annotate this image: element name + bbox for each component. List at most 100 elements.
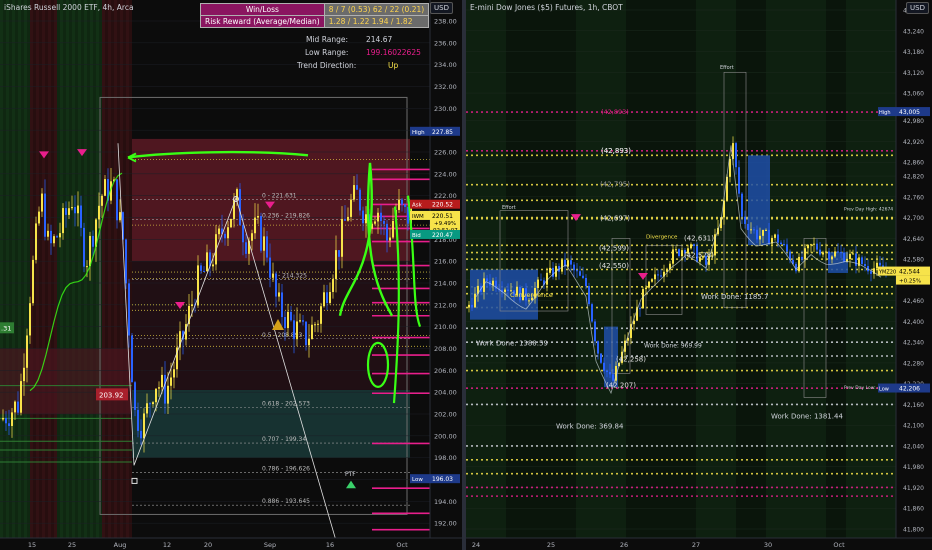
candle-body — [218, 228, 220, 235]
candle-body — [362, 210, 364, 224]
candle-body — [528, 300, 530, 302]
time-tick: 12 — [163, 541, 171, 549]
candle-body — [561, 259, 563, 272]
stats-row: Win/Loss 8 / 7 (0.53) 62 / 22 (0.21) — [200, 3, 430, 16]
candle-body — [786, 244, 788, 252]
candle-body — [504, 289, 506, 292]
regime-stripe — [78, 0, 81, 538]
candle-body — [296, 321, 298, 340]
candle-body — [53, 236, 55, 244]
candle-body — [356, 185, 358, 190]
prev-day-high: Prev Day High: 42674 — [844, 207, 893, 213]
candle-body — [200, 265, 202, 271]
candle-body — [35, 223, 37, 260]
candle-body — [645, 287, 647, 290]
candle-body — [852, 253, 854, 255]
candle-body — [29, 303, 31, 336]
candle-body — [816, 243, 818, 250]
time-tick: 16 — [326, 541, 334, 549]
candle-body — [678, 249, 680, 257]
price-tick: 43,240 — [903, 28, 924, 35]
work-done-label: Work Done: 1185.7 — [701, 293, 768, 301]
candle-body — [549, 267, 551, 273]
candle-body — [314, 324, 316, 326]
candle-body — [843, 252, 845, 262]
left-price-chart[interactable]: 0 - 221.6310.236 - 219.8260.5 - 208.8930… — [0, 0, 462, 550]
price-tick: 42,820 — [903, 174, 924, 181]
level-label: (42,207) — [606, 381, 636, 389]
regime-stripe — [102, 0, 105, 538]
candle-body — [326, 292, 328, 304]
left-currency-button[interactable]: USD — [430, 2, 453, 14]
price-tick: 192.00 — [434, 520, 457, 528]
candle-body — [471, 304, 473, 308]
price-tick: 42,340 — [903, 340, 924, 347]
fib-label: 0.886 - 193.645 — [262, 498, 310, 505]
candle-body — [275, 273, 277, 297]
price-tick: 212.00 — [434, 301, 457, 309]
price-tick: 42,920 — [903, 139, 924, 146]
buy-marker — [346, 480, 356, 489]
fib-label: 0.707 - 199.34 — [262, 436, 306, 443]
regime-stripe — [6, 0, 9, 538]
candle-body — [32, 259, 34, 304]
right-currency-button[interactable]: USD — [906, 2, 929, 14]
candle-body — [693, 244, 695, 247]
candle-body — [828, 251, 830, 260]
time-tick: Sep — [264, 541, 276, 549]
level-label: (42,258) — [616, 355, 646, 363]
tag-label: High — [412, 130, 425, 136]
time-tick: 26 — [620, 541, 628, 549]
price-tick: 42,040 — [903, 443, 924, 450]
price-tick: 42,160 — [903, 402, 924, 409]
candle-body — [582, 275, 584, 278]
tag-value: 42,544 — [899, 269, 920, 276]
regime-stripe — [42, 0, 45, 538]
regime-stripe — [105, 0, 108, 538]
candle-body — [74, 207, 76, 214]
price-tick: 42,760 — [903, 194, 924, 201]
time-tick: 15 — [28, 541, 36, 549]
candle-body — [203, 270, 205, 272]
candle-body — [38, 211, 40, 224]
candle-body — [269, 257, 271, 278]
candle-body — [323, 292, 325, 307]
candle-body — [26, 335, 28, 368]
candle-body — [804, 248, 806, 260]
fib-label: 0.786 - 196.626 — [262, 466, 310, 473]
regime-stripe — [57, 0, 60, 538]
price-tick: 43,060 — [903, 91, 924, 98]
candle-body — [392, 220, 394, 238]
candle-body — [570, 260, 572, 265]
candle-body — [540, 279, 542, 281]
level-label: .31 — [1, 324, 11, 332]
price-tick: 202.00 — [434, 411, 457, 419]
candle-body — [774, 234, 776, 238]
candle-body — [77, 205, 79, 214]
candle-body — [305, 321, 307, 346]
candle-body — [281, 292, 283, 318]
candle-body — [56, 236, 58, 238]
price-tick: 42,580 — [903, 257, 924, 264]
candle-body — [597, 341, 599, 354]
candle-body — [813, 243, 815, 245]
candle-body — [810, 244, 812, 246]
left-chart-pane[interactable]: 0 - 221.631 0.236 - 219.826 0.5 - 208.893 0… — [0, 0, 462, 550]
time-tick: Oct — [396, 541, 408, 549]
candle-body — [681, 250, 683, 257]
right-chart-pane[interactable]: (42,893) (42,795) (42,697) (42,599) (42,550)… — [466, 0, 932, 550]
right-price-chart[interactable]: (42,893) (42,795) (42,697) (42,599) (42,550)… — [466, 0, 932, 550]
candle-body — [92, 235, 94, 247]
candle-body — [690, 244, 692, 249]
candle-body — [762, 229, 764, 236]
candle-body — [299, 320, 301, 322]
candle-body — [341, 219, 343, 257]
tag-label: Ask — [412, 203, 423, 209]
mid-range-value: 214.67 — [366, 35, 393, 44]
candle-body — [119, 212, 121, 221]
candle-body — [660, 275, 662, 277]
candle-body — [155, 388, 157, 403]
regime-stripe — [15, 0, 18, 538]
candle-body — [332, 279, 334, 292]
annotation-label: Divergence — [646, 234, 678, 240]
